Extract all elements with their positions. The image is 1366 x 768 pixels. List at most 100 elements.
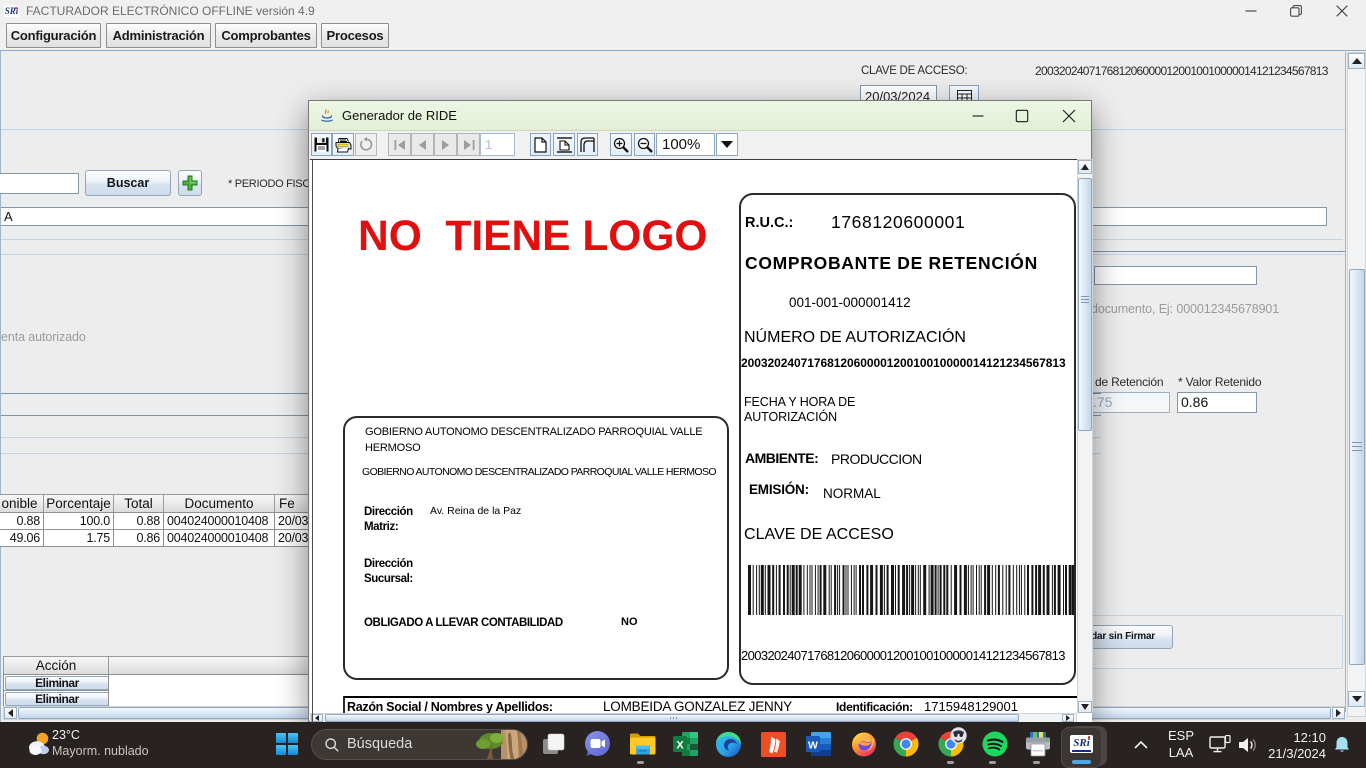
hscroll-right-button[interactable] <box>1332 707 1345 719</box>
table-cell[interactable]: 0.88 <box>113 512 164 530</box>
vscroll-down-button[interactable] <box>1348 691 1365 707</box>
identificacion-value: 1715948129001 <box>924 699 1018 714</box>
buscar-button[interactable]: Buscar <box>85 170 171 196</box>
clave-acceso-doc-value: 2003202407176812060000120010010000014121… <box>741 648 1065 663</box>
print-button[interactable] <box>332 133 354 156</box>
modal-minimize-button[interactable] <box>958 101 998 131</box>
page-number-field[interactable]: 1 <box>480 133 515 156</box>
valor-retenido-input[interactable]: 0.86 <box>1177 392 1257 413</box>
scrollbar-grip <box>676 717 677 719</box>
table-cell[interactable]: 004024000010408 <box>163 529 275 547</box>
zoom-combobox[interactable]: 100% <box>656 133 715 156</box>
volume-tray-button[interactable] <box>1237 735 1259 755</box>
zoom-out-button[interactable] <box>634 133 655 156</box>
table-cell[interactable]: 0.88 <box>0 512 44 530</box>
table-cell[interactable]: 004024000010408 <box>163 512 275 530</box>
obligado-label: OBLIGADO A LLEVAR CONTABILIDAD <box>364 617 563 629</box>
no-logo-text: NO TIENE LOGO <box>358 213 707 261</box>
notification-bell-button[interactable] <box>1334 736 1350 755</box>
documento-input[interactable] <box>1094 266 1257 285</box>
col-header-disponible[interactable]: onible <box>0 494 44 513</box>
word-button[interactable]: W <box>806 732 831 756</box>
modal-maximize-button[interactable] <box>1002 101 1042 131</box>
spotify-button[interactable] <box>982 731 1008 757</box>
pdf-app-button[interactable] <box>761 732 786 757</box>
table-cell[interactable]: 49.06 <box>0 529 44 547</box>
col-header-accion[interactable]: Acción <box>3 656 109 675</box>
viewer-vscroll-down-button[interactable] <box>1078 701 1092 713</box>
vscroll-thumb[interactable] <box>1349 269 1365 665</box>
network-tray-button[interactable] <box>1209 735 1231 755</box>
maximize-button[interactable] <box>1273 0 1318 22</box>
weather-temp[interactable]: 23°C <box>52 728 80 742</box>
eliminar-button[interactable]: Eliminar <box>5 692 109 706</box>
last-page-button[interactable] <box>457 133 480 156</box>
eliminar-button[interactable]: Eliminar <box>5 676 109 690</box>
minimize-button[interactable] <box>1228 0 1273 22</box>
notification-bell-icon <box>1334 736 1350 755</box>
prev-page-button[interactable] <box>411 133 434 156</box>
menu-configuracion[interactable]: Configuración <box>6 23 101 48</box>
table-cell[interactable]: 100.0 <box>43 512 114 530</box>
last-page-icon <box>463 140 475 150</box>
save-button[interactable] <box>311 133 332 156</box>
periodo-fiscal-label: * PERIODO FISC <box>228 178 310 190</box>
modal-close-button[interactable] <box>1049 101 1089 131</box>
file-explorer-button[interactable] <box>629 731 656 757</box>
sri-logo-dot <box>15 7 17 9</box>
search-box[interactable]: Búsqueda <box>311 729 528 760</box>
col-header-documento[interactable]: Documento <box>163 494 275 513</box>
viewer-vscroll-thumb[interactable] <box>1078 178 1092 431</box>
viewer-hscroll-right-button[interactable] <box>1062 714 1074 722</box>
table-cell <box>108 674 313 707</box>
actual-size-icon <box>557 137 572 153</box>
search-input[interactable] <box>0 173 79 194</box>
chat-button[interactable] <box>584 730 611 757</box>
add-button[interactable] <box>178 170 202 196</box>
task-view-button[interactable] <box>542 733 565 756</box>
fit-page-button[interactable] <box>577 133 598 156</box>
windows-start-icon <box>275 732 299 756</box>
viewer-hscroll-thumb[interactable] <box>325 714 1019 722</box>
next-page-button[interactable] <box>434 133 457 156</box>
table-cell[interactable]: 1.75 <box>43 529 114 547</box>
printer-app-button[interactable] <box>1024 732 1052 757</box>
modal-maximize-icon <box>1016 110 1029 123</box>
single-page-button[interactable] <box>530 133 551 156</box>
hscroll-left-button[interactable] <box>4 707 17 719</box>
document-viewer: NO TIENE LOGO R.U.C.: 1768120600001 COMP… <box>310 159 1092 722</box>
refresh-button[interactable] <box>355 133 377 156</box>
language-indicator[interactable]: ESP LAA <box>1163 727 1199 763</box>
right-arrow-icon <box>1066 715 1070 721</box>
col-header-porcentaje[interactable]: Porcentaje <box>43 494 114 513</box>
excel-button[interactable]: X <box>673 732 698 756</box>
menu-procesos[interactable]: Procesos <box>321 23 389 48</box>
menu-administracion[interactable]: Administración <box>106 23 211 48</box>
clock-tray[interactable]: 12:10 21/3/2024 <box>1262 730 1326 762</box>
actual-size-button[interactable] <box>553 133 575 156</box>
chrome-profile-button[interactable] <box>938 731 964 757</box>
first-page-button[interactable] <box>388 133 411 156</box>
close-icon <box>1336 6 1347 17</box>
start-button[interactable] <box>275 732 299 756</box>
edge-button[interactable] <box>715 731 742 758</box>
vscroll-up-button[interactable] <box>1348 53 1365 69</box>
chrome-button[interactable] <box>893 731 919 757</box>
emision-label: EMISIÓN: <box>749 482 809 497</box>
direccion-matriz-label: Dirección Matriz: <box>364 505 424 534</box>
table-cell[interactable]: 0.86 <box>113 529 164 547</box>
weather-widget[interactable] <box>29 731 51 757</box>
tray-expand-button[interactable] <box>1131 734 1151 754</box>
sri-app-button[interactable]: SRi <box>1061 727 1102 768</box>
weather-condition[interactable]: Mayorm. nublado <box>52 744 149 758</box>
firefox-button[interactable] <box>851 731 877 757</box>
menu-comprobantes[interactable]: Comprobantes <box>215 23 317 48</box>
close-button[interactable] <box>1319 0 1364 22</box>
col-header-total[interactable]: Total <box>113 494 164 513</box>
zoom-dropdown-button[interactable] <box>716 133 738 156</box>
zoom-in-button[interactable] <box>610 133 632 156</box>
porcentaje-input[interactable]: .75 <box>1091 392 1170 413</box>
refresh-icon <box>359 137 374 152</box>
col-header-empty[interactable] <box>108 656 313 675</box>
viewer-vscroll-up-button[interactable] <box>1078 160 1092 174</box>
